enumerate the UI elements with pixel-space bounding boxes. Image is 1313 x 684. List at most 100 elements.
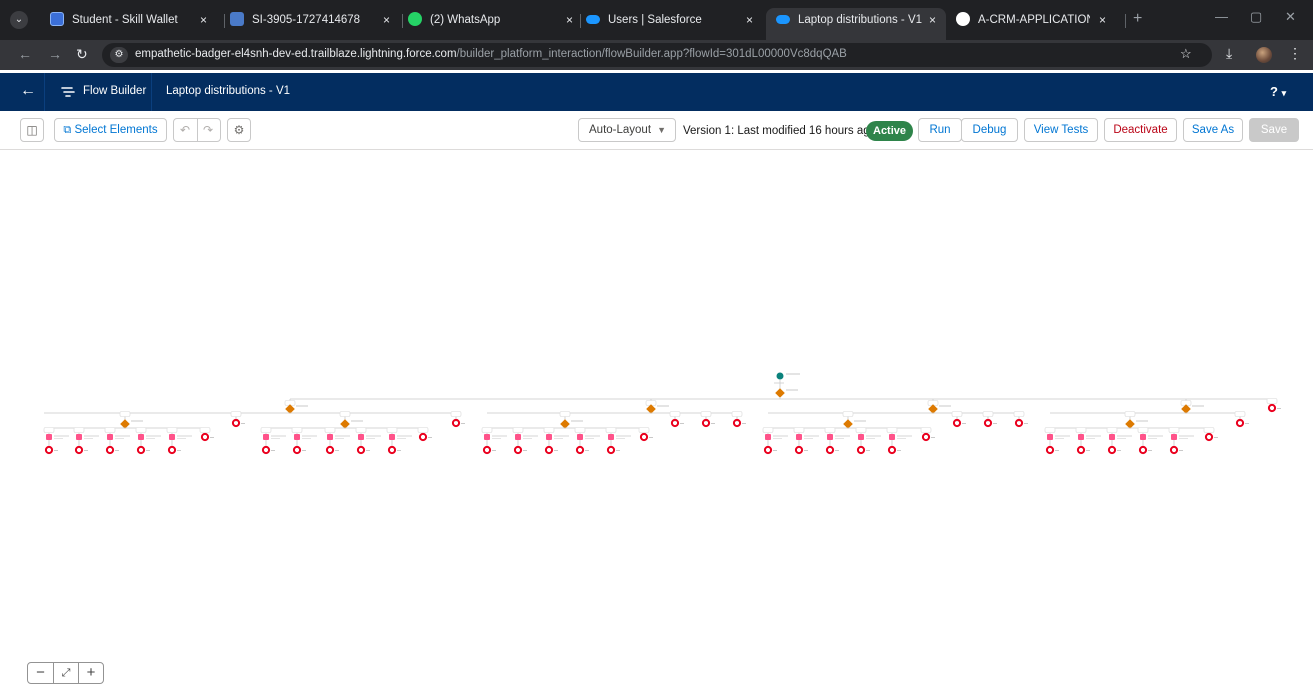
end-node	[1138, 445, 1148, 455]
branch-label-pill	[1106, 427, 1118, 433]
end-node	[44, 445, 54, 455]
close-tab-icon[interactable]: ×	[383, 10, 390, 30]
end-node	[921, 432, 931, 442]
help-menu-button[interactable]: ? ▾	[1270, 84, 1286, 99]
view-tests-button[interactable]: View Tests	[1024, 118, 1098, 142]
salesforce-cloud-favicon-icon	[586, 15, 600, 24]
redo-icon[interactable]: ↷	[203, 119, 213, 141]
end-node	[105, 445, 115, 455]
branch-label-pill	[1234, 411, 1246, 417]
tab-title: Users | Salesforce	[608, 14, 702, 26]
toggle-toolbox-button[interactable]: ◫	[20, 118, 44, 142]
browser-tab-active[interactable]: Laptop distributions - V1 ×	[766, 8, 946, 40]
close-tab-icon[interactable]: ×	[200, 10, 207, 30]
url-input[interactable]: ⚙ empathetic-badger-el4snh-dev-ed.trailb…	[102, 43, 1212, 67]
branch-label-pill	[355, 427, 367, 433]
gear-icon: ⚙	[233, 123, 245, 137]
assignment-node	[389, 434, 395, 440]
assignment-node	[827, 434, 833, 440]
minimize-icon[interactable]: —	[1215, 9, 1228, 24]
layout-mode-value: Auto-Layout	[589, 124, 652, 136]
flow-builder-icon	[61, 87, 75, 97]
bookmark-star-icon[interactable]: ☆	[1180, 46, 1192, 62]
end-node	[575, 445, 585, 455]
branch-label-pill	[638, 427, 650, 433]
select-elements-icon: ⧉	[63, 124, 72, 136]
flow-title: Laptop distributions - V1	[166, 85, 291, 97]
close-tab-icon[interactable]: ×	[566, 10, 573, 30]
assignment-node	[796, 434, 802, 440]
assignment-node	[1140, 434, 1146, 440]
download-icon[interactable]: ⤓	[1226, 45, 1232, 62]
flow-canvas[interactable]	[0, 150, 1313, 681]
forward-icon[interactable]: →	[48, 46, 62, 62]
end-node	[418, 432, 428, 442]
end-node	[451, 418, 461, 428]
assignment-node	[327, 434, 333, 440]
decision-node	[843, 419, 853, 429]
browser-tab[interactable]: SI-3905-1727414678 ×	[220, 8, 402, 40]
end-node	[292, 445, 302, 455]
flow-settings-button[interactable]: ⚙	[227, 118, 251, 142]
version-info: Version 1: Last modified 16 hours ago	[683, 125, 877, 137]
end-node	[670, 418, 680, 428]
debug-button[interactable]: Debug	[961, 118, 1018, 142]
new-tab-icon[interactable]: +	[1133, 10, 1142, 28]
close-tab-icon[interactable]: ×	[746, 10, 753, 30]
undo-redo-group: ↶ ↷	[173, 118, 221, 142]
zoom-out-button[interactable]: −	[28, 663, 53, 683]
zoom-in-button[interactable]: +	[78, 663, 103, 683]
profile-avatar[interactable]	[1256, 47, 1272, 63]
assignment-node	[1078, 434, 1084, 440]
end-node	[136, 445, 146, 455]
deactivate-button[interactable]: Deactivate	[1104, 118, 1177, 142]
site-settings-icon[interactable]: ⚙	[110, 47, 128, 63]
assignment-node	[107, 434, 113, 440]
undo-icon[interactable]: ↶	[180, 119, 190, 141]
tab-title: (2) WhatsApp	[430, 14, 501, 26]
assignment-node	[1171, 434, 1177, 440]
branch-label-pill	[1044, 427, 1056, 433]
assignment-node	[765, 434, 771, 440]
back-arrow-icon[interactable]: ←	[20, 82, 36, 100]
branch-label-pill	[855, 427, 867, 433]
fit-to-view-button[interactable]: ⤢	[53, 663, 78, 683]
save-button[interactable]: Save	[1249, 118, 1299, 142]
branch-label-pill	[1013, 411, 1025, 417]
browser-tab[interactable]: Users | Salesforce ×	[576, 8, 758, 40]
browser-address-bar: ← → ↻ ⚙ empathetic-badger-el4snh-dev-ed.…	[0, 40, 1313, 70]
close-tab-icon[interactable]: ×	[929, 10, 936, 30]
branch-label-pill	[417, 427, 429, 433]
branch-label-pill	[339, 411, 351, 417]
chevron-down-icon: ▼	[657, 125, 666, 135]
end-node	[513, 445, 523, 455]
assignment-node	[1047, 434, 1053, 440]
close-tab-icon[interactable]: ×	[1099, 10, 1106, 30]
branch-label-pill	[731, 411, 743, 417]
branch-label-pill	[574, 427, 586, 433]
end-node	[1267, 403, 1277, 413]
select-elements-label: Select Elements	[74, 124, 158, 136]
run-button[interactable]: Run	[918, 118, 962, 142]
end-node	[983, 418, 993, 428]
restore-icon[interactable]: ▢	[1250, 9, 1262, 25]
browser-tab[interactable]: (2) WhatsApp ×	[398, 8, 580, 40]
end-node	[639, 432, 649, 442]
reload-icon[interactable]: ↻	[76, 46, 88, 63]
browser-tab-strip: ⌄ Student - Skill Wallet × SI-3905-17274…	[0, 0, 1313, 40]
skill-wallet-favicon-icon	[50, 12, 64, 26]
layout-mode-select[interactable]: Auto-Layout ▼	[578, 118, 676, 142]
end-node	[1204, 432, 1214, 442]
browser-menu-icon[interactable]: ⋮	[1288, 45, 1302, 62]
browser-tab[interactable]: Student - Skill Wallet ×	[40, 8, 222, 40]
select-elements-button[interactable]: ⧉ Select Elements	[54, 118, 167, 142]
end-node	[325, 445, 335, 455]
tab-title: Student - Skill Wallet	[72, 14, 178, 26]
close-window-icon[interactable]: ✕	[1285, 9, 1296, 25]
assignment-node	[76, 434, 82, 440]
tab-search-icon[interactable]: ⌄	[10, 11, 28, 29]
save-as-button[interactable]: Save As	[1183, 118, 1243, 142]
end-node	[261, 445, 271, 455]
back-icon[interactable]: ←	[18, 46, 32, 62]
browser-tab[interactable]: A-CRM-APPLICATION-FOR-L ×	[946, 8, 1128, 40]
